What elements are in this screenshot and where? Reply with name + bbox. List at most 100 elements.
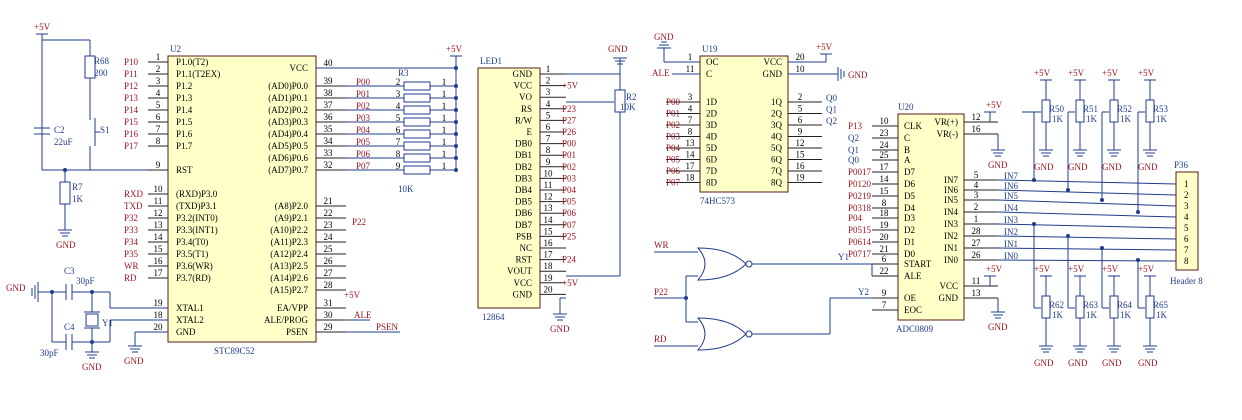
u19-pin-number: 11 <box>686 64 695 74</box>
u19-pin-name: 6D <box>706 155 718 165</box>
gnd-label: GND <box>1102 162 1122 172</box>
u20-pin-number: 10 <box>880 116 890 126</box>
u2-pin-name: (AD3)P0.3 <box>268 117 308 127</box>
u20-pin-name: IN3 <box>944 219 958 229</box>
p36-pin-number: 6 <box>1184 234 1189 244</box>
junction-dot <box>454 144 458 148</box>
u2-pin-number: 39 <box>324 76 334 86</box>
y2-net-label: Y2 <box>858 287 869 297</box>
u2-pin-name: (A14)P2.6 <box>270 273 308 283</box>
in-wire <box>997 179 1177 185</box>
p36-pin-number: 1 <box>1184 179 1189 189</box>
pot-ref: R62 <box>1049 300 1064 310</box>
r3-pin-number: 6 <box>396 125 401 135</box>
p36-pin-number: 2 <box>1184 190 1189 200</box>
u20-pin-name: IN2 <box>944 231 958 241</box>
r3-resistor <box>403 141 431 151</box>
u20-pin-number: 24 <box>880 140 890 150</box>
r3-pin-number: 1 <box>442 137 447 147</box>
u19-pin-number: 13 <box>686 138 696 148</box>
u2-pin-name: (RXD)P3.0 <box>176 189 218 199</box>
u2-pin-number: 3 <box>156 76 161 86</box>
u2-pin-number: 21 <box>324 196 333 206</box>
led1-pin-number: 15 <box>544 226 554 236</box>
pot-ref: R64 <box>1117 300 1133 310</box>
u2-pin-name: P1.5 <box>176 117 193 127</box>
u19-pin-number: 3 <box>688 92 693 102</box>
led1-pin-name: DB4 <box>515 185 533 195</box>
crystal-y1 <box>85 313 99 327</box>
u20-pin-name: ALE <box>904 271 922 281</box>
u2-pin-number: 14 <box>154 232 164 242</box>
u20-pin-number: 16 <box>972 124 982 134</box>
u20-pin-number: 25 <box>880 150 890 160</box>
pot-value: 1K <box>1052 114 1064 124</box>
led1-net-label: P07 <box>562 220 577 230</box>
pot-ref: R52 <box>1117 104 1132 114</box>
p36-pins: 12345678 <box>1184 179 1189 266</box>
r3-resistor <box>403 165 431 175</box>
ale-net-label: ALE <box>652 68 670 78</box>
junction-dot <box>454 168 458 172</box>
u20-pin-name: IN4 <box>944 207 958 217</box>
gnd-label: GND <box>1068 358 1088 368</box>
r3-resistor <box>403 81 431 91</box>
led1-net-label: +5V <box>562 81 579 91</box>
pot-ref: R63 <box>1083 300 1099 310</box>
in-wire <box>997 247 1177 251</box>
u2-pin-name: P1.0(T2) <box>176 57 208 67</box>
u2-name: STC89C52 <box>214 346 255 356</box>
u2-pin-name: P1.3 <box>176 93 193 103</box>
u20-pin-number: 5 <box>974 170 979 180</box>
gnd-label: GND <box>82 362 102 372</box>
u20-pin-number: 18 <box>880 208 890 218</box>
led1-net-label: P04 <box>562 185 577 195</box>
led1-net-label: P03 <box>562 173 577 183</box>
u19-net-label: P06 <box>666 166 681 176</box>
led1-net-label: P00 <box>562 139 577 149</box>
u20-pin-name: EOC <box>904 305 922 315</box>
u19-pin-name: GND <box>763 69 783 79</box>
r3-pin-number: 1 <box>442 161 447 171</box>
pot-ref: R65 <box>1153 300 1169 310</box>
led1-net-label: P26 <box>562 127 577 137</box>
u20-pin-number: 13 <box>972 288 982 298</box>
u20-pin-name: GND <box>939 293 959 303</box>
u2-pin-number: 2 <box>156 64 161 74</box>
junction-dot <box>454 132 458 136</box>
r7-ref: R7 <box>72 182 83 192</box>
u20-pin-name: B <box>904 145 910 155</box>
u2-pin-name: (AD4)P0.4 <box>268 129 308 139</box>
p36-pin-number: 7 <box>1184 245 1189 255</box>
u20-net-label: P0318 <box>848 203 872 213</box>
c4-ref: C4 <box>64 322 75 332</box>
u19-ref: U19 <box>702 44 718 54</box>
u2-net-label: ALE <box>354 310 372 320</box>
pot-value: 1K <box>1086 310 1098 320</box>
u2-pin-name: P3.2(INT0) <box>176 213 218 223</box>
u2-pin-name: XTAL1 <box>176 303 204 313</box>
u19-net-label: P03 <box>666 132 681 142</box>
u2-pin-number: 18 <box>154 310 164 320</box>
u19-pin-name: 3D <box>706 120 718 130</box>
u19-pin-name: C <box>706 69 712 79</box>
u2-pin-number: 7 <box>156 124 161 134</box>
u19-pin-number: 1 <box>688 52 693 62</box>
r68-value: 200 <box>94 68 108 78</box>
led1-pin-name: DB6 <box>515 208 533 218</box>
vcc-label: +5V <box>986 100 1003 110</box>
junction-dot <box>1066 234 1070 238</box>
u20-pin-number: 9 <box>882 288 887 298</box>
led1-net-label: P27 <box>562 115 577 125</box>
led1-pin-name: DB0 <box>515 139 533 149</box>
u20-pin-name: D7 <box>904 167 915 177</box>
in-net-label: IN0 <box>1004 251 1018 261</box>
led1-net-label: P05 <box>562 197 577 207</box>
pot-value: 1K <box>1156 310 1168 320</box>
u20-pin-number: 28 <box>972 226 982 236</box>
u20-pin-name: OE <box>904 293 916 303</box>
led1-pin-number: 7 <box>546 134 551 144</box>
p36-pin-number: 8 <box>1184 256 1189 266</box>
u20-pin-name: VCC <box>939 281 958 291</box>
vcc-label: +5V <box>1102 68 1119 78</box>
